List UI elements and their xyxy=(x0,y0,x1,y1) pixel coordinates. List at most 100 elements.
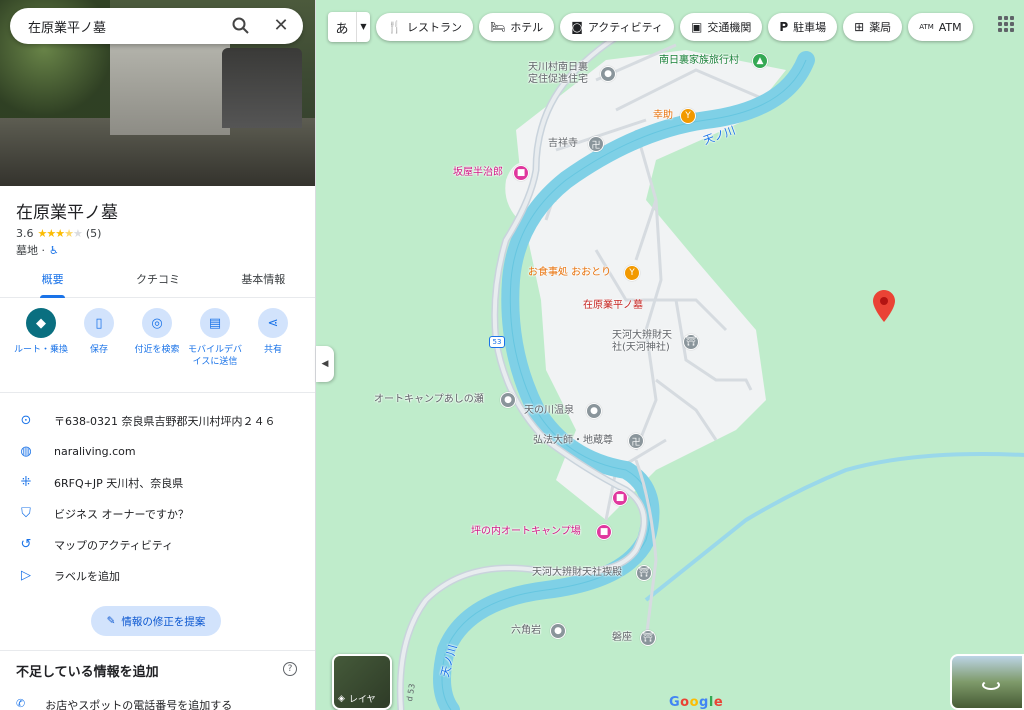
map-label-autocamp[interactable]: オートキャンプあしの瀬 xyxy=(374,394,484,406)
layers-button[interactable]: ◈ レイヤ xyxy=(332,654,392,710)
map-label-housing-text: 天川村南日裏 定住促進住宅 xyxy=(528,62,588,85)
collapse-panel-button[interactable]: ◀ xyxy=(316,346,334,382)
map-label-sakaya[interactable]: 坂屋半治郎 xyxy=(453,167,503,179)
parking-icon: P xyxy=(779,20,789,34)
suggest-edit-label: 情報の修正を提案 xyxy=(121,615,206,628)
search-icon[interactable] xyxy=(231,16,251,36)
history-icon: ↺ xyxy=(20,537,32,552)
add-phone-row[interactable]: ✆ お店やスポットの電話番号を追加する xyxy=(16,697,232,710)
chip-pharmacy[interactable]: ⊞ 薬局 xyxy=(843,13,903,41)
search-input[interactable] xyxy=(28,18,218,34)
add-label-text: ラベルを追加 xyxy=(54,569,120,583)
pharmacy-icon: ⊞ xyxy=(854,20,865,34)
map-canvas[interactable]: 天川村南日裏 定住促進住宅 ● 南日裏家族旅行村 ▲ 幸助 Y 天ノ川 吉祥寺 … xyxy=(316,0,1024,710)
campground-pink-pin-icon[interactable]: ■ xyxy=(596,524,612,540)
chip-activity[interactable]: ◙ アクティビティ xyxy=(560,13,674,41)
rating-value: 3.6 xyxy=(16,227,34,240)
chip-atm[interactable]: ATM ATM xyxy=(908,13,973,41)
language-toggle[interactable]: あ ▼ xyxy=(328,12,370,42)
layers-icon: ◈ xyxy=(338,693,345,704)
map-label-main[interactable]: 在原業平ノ墓 xyxy=(583,300,643,312)
restaurant-icon: 🍴 xyxy=(387,20,402,34)
rotate-360-icon xyxy=(982,680,1000,690)
map-label-rokkaku[interactable]: 六角岩 xyxy=(511,625,541,637)
help-icon[interactable]: ? xyxy=(283,662,297,676)
close-icon[interactable]: ✕ xyxy=(271,16,291,36)
campground-pin-icon[interactable]: ▲ xyxy=(752,53,768,69)
chip-activity-label: アクティビティ xyxy=(587,21,663,34)
suggest-edit-button[interactable]: ✎ 情報の修正を提案 xyxy=(91,606,221,636)
onsen-pin-icon[interactable]: ● xyxy=(586,403,602,419)
rating-stars-icon: ★★★★★ xyxy=(37,227,83,240)
chip-pharmacy-label: 薬局 xyxy=(869,21,892,34)
hotel-icon: 🛏 xyxy=(489,20,506,34)
nearby-label: 付近を検索 xyxy=(134,345,180,355)
map-label-oshokuji[interactable]: お食事処 おおとり xyxy=(528,267,611,279)
map-label-travel[interactable]: 南日裏家族旅行村 xyxy=(659,55,739,67)
tab-reviews[interactable]: クチコミ xyxy=(105,262,210,297)
save-label: 保存 xyxy=(89,345,108,355)
hotel-pin-icon[interactable]: ■ xyxy=(513,165,529,181)
category-text: 墓地 · xyxy=(16,244,45,257)
map-label-onsen[interactable]: 天の川温泉 xyxy=(524,405,574,417)
map-label-haiden[interactable]: 天河大辨財天社禊殿 xyxy=(532,567,622,579)
temple-pin-icon-2[interactable]: 卍 xyxy=(628,433,644,449)
hotel-pin-icon-2[interactable]: ■ xyxy=(612,490,628,506)
place-panel: 在原業平ノ墓 3.6 ★★★★★ (5) 墓地 · ♿ 概要 クチコミ 基本情報… xyxy=(0,0,316,710)
website-row[interactable]: ◍ naraliving.com xyxy=(0,436,315,467)
chip-hotel-label: ホテル xyxy=(510,21,544,34)
share-button[interactable]: ⋖ 共有 xyxy=(244,308,302,368)
map-label-kissho[interactable]: 吉祥寺 xyxy=(548,138,578,150)
pencil-icon: ✎ xyxy=(106,615,116,627)
save-button[interactable]: ▯ 保存 xyxy=(70,308,128,368)
nearby-button[interactable]: ◎ 付近を検索 xyxy=(128,308,186,368)
restaurant-pin-icon[interactable]: Y xyxy=(680,108,696,124)
map-label-kobo[interactable]: 弘法大師・地蔵尊 xyxy=(533,435,613,447)
temple-pin-icon[interactable]: 卍 xyxy=(588,136,604,152)
plus-code-icon: ⁜ xyxy=(20,475,32,490)
restaurant-pin-icon-2[interactable]: Y xyxy=(624,265,640,281)
globe-icon: ◍ xyxy=(20,444,32,459)
tab-overview[interactable]: 概要 xyxy=(0,262,105,298)
chip-atm-label: ATM xyxy=(938,20,962,34)
tab-about[interactable]: 基本情報 xyxy=(211,262,315,297)
send-to-phone-button[interactable]: ▤ モバイルデバイスに送信 xyxy=(186,308,244,368)
category-row: 墓地 · ♿ xyxy=(16,242,59,258)
housing-pin-icon[interactable]: ● xyxy=(600,66,616,82)
apps-grid-icon[interactable] xyxy=(998,16,1014,32)
map-activity-row[interactable]: ↺ マップのアクティビティ xyxy=(0,529,315,560)
rating-row[interactable]: 3.6 ★★★★★ (5) xyxy=(16,227,101,240)
claim-business-row[interactable]: ⛉ ビジネス オーナーですか？ xyxy=(0,498,315,529)
caret-down-icon[interactable]: ▼ xyxy=(356,12,370,42)
address-row[interactable]: ⊙ 〒638-0321 奈良県吉野郡天川村坪内２４６ xyxy=(0,405,315,436)
add-label-row[interactable]: ▷ ラベルを追加 xyxy=(0,560,315,591)
chip-hotel[interactable]: 🛏 ホテル xyxy=(478,13,555,41)
share-icon: ⋖ xyxy=(258,308,288,338)
map-label-benzaiten[interactable]: 天河大辨財天 社(天河神社) xyxy=(612,330,672,354)
map-base xyxy=(396,16,1024,710)
directions-label: ルート・乗換 xyxy=(13,345,68,355)
chip-parking[interactable]: P 駐車場 xyxy=(768,13,838,41)
transit-icon: ▣ xyxy=(690,20,703,34)
selected-place-pin-icon[interactable] xyxy=(873,290,895,326)
shrine-pin-icon-2[interactable]: ⛩ xyxy=(636,565,652,581)
website-text: naraliving.com xyxy=(54,445,136,458)
directions-button[interactable]: ◆ ルート・乗換 xyxy=(12,308,70,368)
map-label-tsubo[interactable]: 坪の内オートキャンプ場 xyxy=(471,526,581,538)
street-view-thumbnail[interactable] xyxy=(950,654,1024,710)
chip-transit[interactable]: ▣ 交通機関 xyxy=(679,13,763,41)
map-label-kosuke[interactable]: 幸助 xyxy=(653,110,673,122)
shrine-pin-icon-3[interactable]: ⛩ xyxy=(640,630,656,646)
shrine-pin-icon[interactable]: ⛩ xyxy=(683,334,699,350)
phone-icon: ✆ xyxy=(16,697,26,710)
plus-code-row[interactable]: ⁜ 6RFQ+JP 天川村、奈良県 xyxy=(0,467,315,498)
address-text: 〒638-0321 奈良県吉野郡天川村坪内２４６ xyxy=(54,414,276,428)
campsite-pin-icon[interactable]: ● xyxy=(500,392,516,408)
map-label-iwakura[interactable]: 磐座 xyxy=(612,632,632,644)
landmark-pin-icon[interactable]: ● xyxy=(550,623,566,639)
map-label-housing[interactable]: 天川村南日裏 定住促進住宅 xyxy=(528,62,588,86)
divider xyxy=(0,392,315,393)
route-shield-53: 53 xyxy=(489,336,505,348)
action-buttons: ◆ ルート・乗換 ▯ 保存 ◎ 付近を検索 ▤ モバイルデバイスに送信 ⋖ 共有 xyxy=(12,308,302,368)
chip-restaurant[interactable]: 🍴 レストラン xyxy=(376,13,473,41)
